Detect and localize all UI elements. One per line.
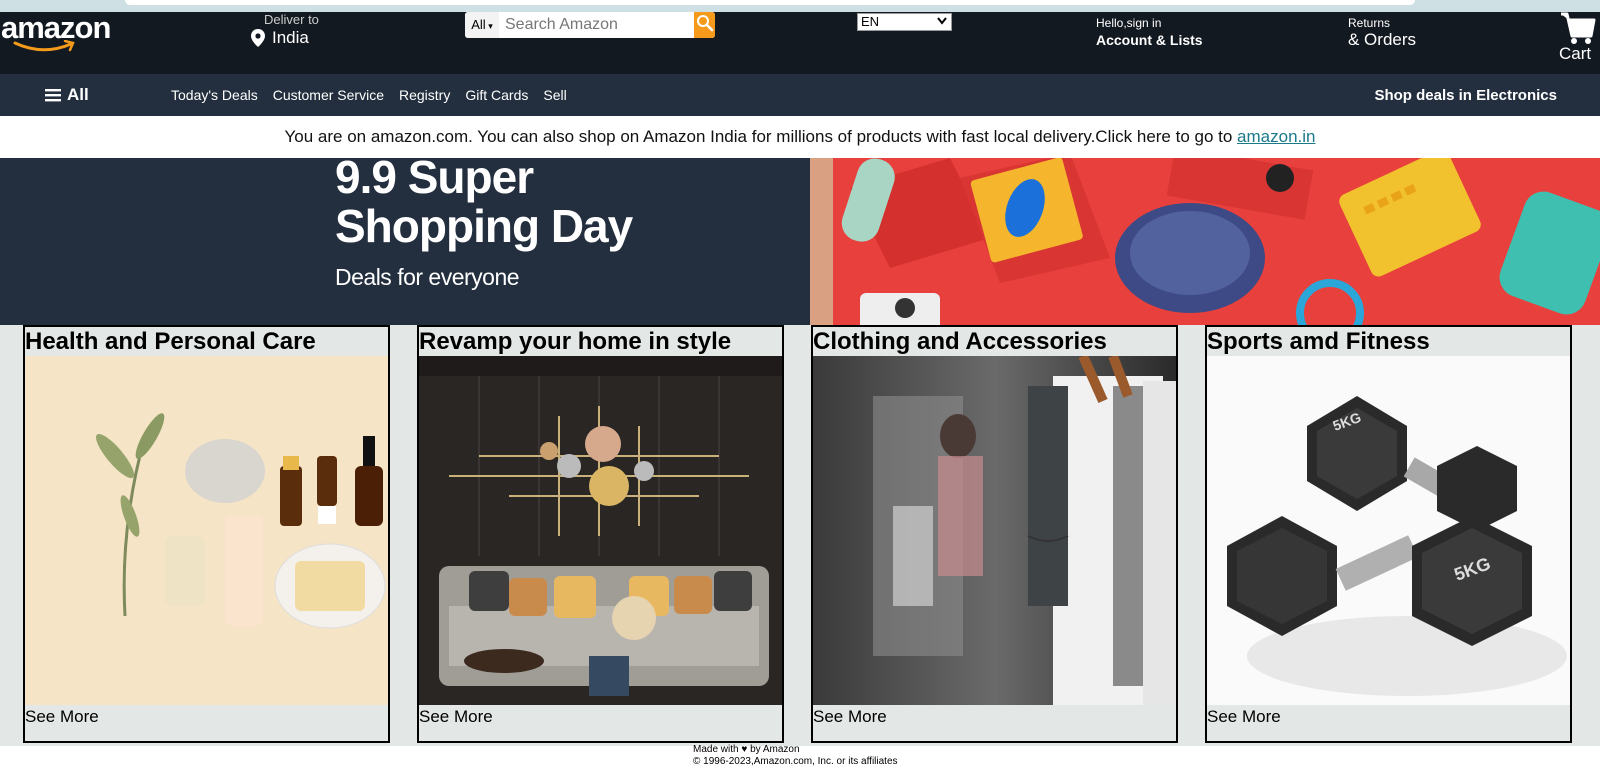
subnav-links: Today's Deals Customer Service Registry …: [171, 87, 582, 103]
card-title: Sports amd Fitness: [1207, 328, 1430, 355]
footer-copyright: © 1996-2023,Amazon.com, Inc. or its affi…: [693, 756, 898, 767]
subnav-link-registry[interactable]: Registry: [399, 87, 450, 103]
amazon-in-link[interactable]: amazon.in: [1237, 127, 1315, 146]
search-category-select[interactable]: All ▾: [465, 12, 499, 38]
category-card-clothing[interactable]: Clothing and Accessories See More: [811, 325, 1178, 743]
account-greeting: Hello,sign in: [1096, 16, 1162, 30]
main-navbar: amazon Deliver to India All ▾ EN Hello,s…: [0, 10, 1600, 74]
account-lists[interactable]: Hello,sign in Account & Lists: [1096, 16, 1203, 48]
search-button[interactable]: [694, 12, 715, 38]
hero-products-image: [810, 158, 1600, 325]
dumbbells-illustration: 5KG 5KG: [1207, 356, 1570, 705]
card-title: Health and Personal Care: [25, 328, 316, 355]
category-card-home[interactable]: Revamp your home in style See More: [417, 325, 784, 743]
hero-products-illustration: [810, 158, 1600, 325]
subnav-link-todays-deals[interactable]: Today's Deals: [171, 87, 258, 103]
hero-title-line1: 9.9 Super: [335, 158, 534, 203]
subnav-link-customer-service[interactable]: Customer Service: [273, 87, 384, 103]
sub-navbar: All Today's Deals Customer Service Regis…: [0, 74, 1600, 116]
shop-deals-electronics-link[interactable]: Shop deals in Electronics: [1374, 87, 1557, 104]
cart-icon: [1561, 12, 1596, 44]
all-menu-button[interactable]: All: [45, 85, 89, 105]
language-value: EN: [861, 14, 880, 29]
footer: Made with ♥ by Amazon © 1996-2023,Amazon…: [693, 744, 898, 768]
card-image-clothing[interactable]: [813, 356, 1176, 705]
card-image-sports[interactable]: 5KG 5KG: [1207, 356, 1570, 705]
home-decor-illustration: [419, 356, 782, 705]
deliver-label: Deliver to: [264, 12, 319, 27]
smile-arrow-icon: [13, 40, 75, 52]
location-pin-icon: [251, 29, 265, 47]
hero-image-edge: [810, 158, 833, 325]
chevron-down-icon: [937, 17, 947, 25]
browser-top-strip: [0, 0, 1600, 12]
returns-label: Returns: [1348, 16, 1391, 30]
see-more-link[interactable]: See More: [25, 705, 99, 729]
notice-text: You are on amazon.com. You can also shop…: [284, 127, 1238, 146]
hero-title-line2: Shopping Day: [335, 200, 633, 252]
footer-made-with: Made with ♥ by Amazon: [693, 744, 800, 755]
subnav-link-sell[interactable]: Sell: [543, 87, 566, 103]
clothing-rack-illustration: [813, 356, 1176, 705]
amazon-logo[interactable]: amazon: [1, 10, 111, 58]
browser-address-pill: [125, 0, 1415, 5]
search-input[interactable]: [503, 12, 697, 38]
returns-orders[interactable]: Returns & Orders: [1348, 16, 1416, 50]
subnav-link-gift-cards[interactable]: Gift Cards: [465, 87, 528, 103]
orders-label: & Orders: [1348, 30, 1417, 49]
hero-subtitle: Deals for everyone: [335, 264, 520, 290]
all-menu-label: All: [67, 85, 89, 104]
card-image-health[interactable]: [25, 356, 388, 705]
hero-banner[interactable]: 9.9 Super Shopping Day Deals for everyon…: [0, 158, 1600, 325]
account-label: Account & Lists: [1096, 32, 1203, 48]
card-image-home[interactable]: [419, 356, 782, 705]
card-title: Clothing and Accessories: [813, 328, 1107, 355]
search-category-label: All: [471, 17, 486, 32]
see-more-link[interactable]: See More: [1207, 705, 1281, 729]
category-card-health[interactable]: Health and Personal Care See More: [23, 325, 390, 743]
cart-label: Cart: [1559, 44, 1592, 63]
see-more-link[interactable]: See More: [813, 705, 887, 729]
deliver-country: India: [272, 28, 309, 47]
health-products-illustration: [25, 356, 388, 705]
chevron-down-icon: ▾: [485, 21, 493, 31]
search-icon: [697, 15, 714, 32]
card-title: Revamp your home in style: [419, 328, 732, 355]
search-bar: All ▾: [465, 12, 715, 38]
hamburger-icon: [45, 89, 61, 102]
region-notice: You are on amazon.com. You can also shop…: [0, 116, 1600, 158]
see-more-link[interactable]: See More: [419, 705, 493, 729]
language-select[interactable]: EN: [857, 13, 952, 31]
cart-button[interactable]: Cart: [1555, 10, 1597, 64]
category-card-sports[interactable]: Sports amd Fitness 5KG 5KG See More: [1205, 325, 1572, 743]
